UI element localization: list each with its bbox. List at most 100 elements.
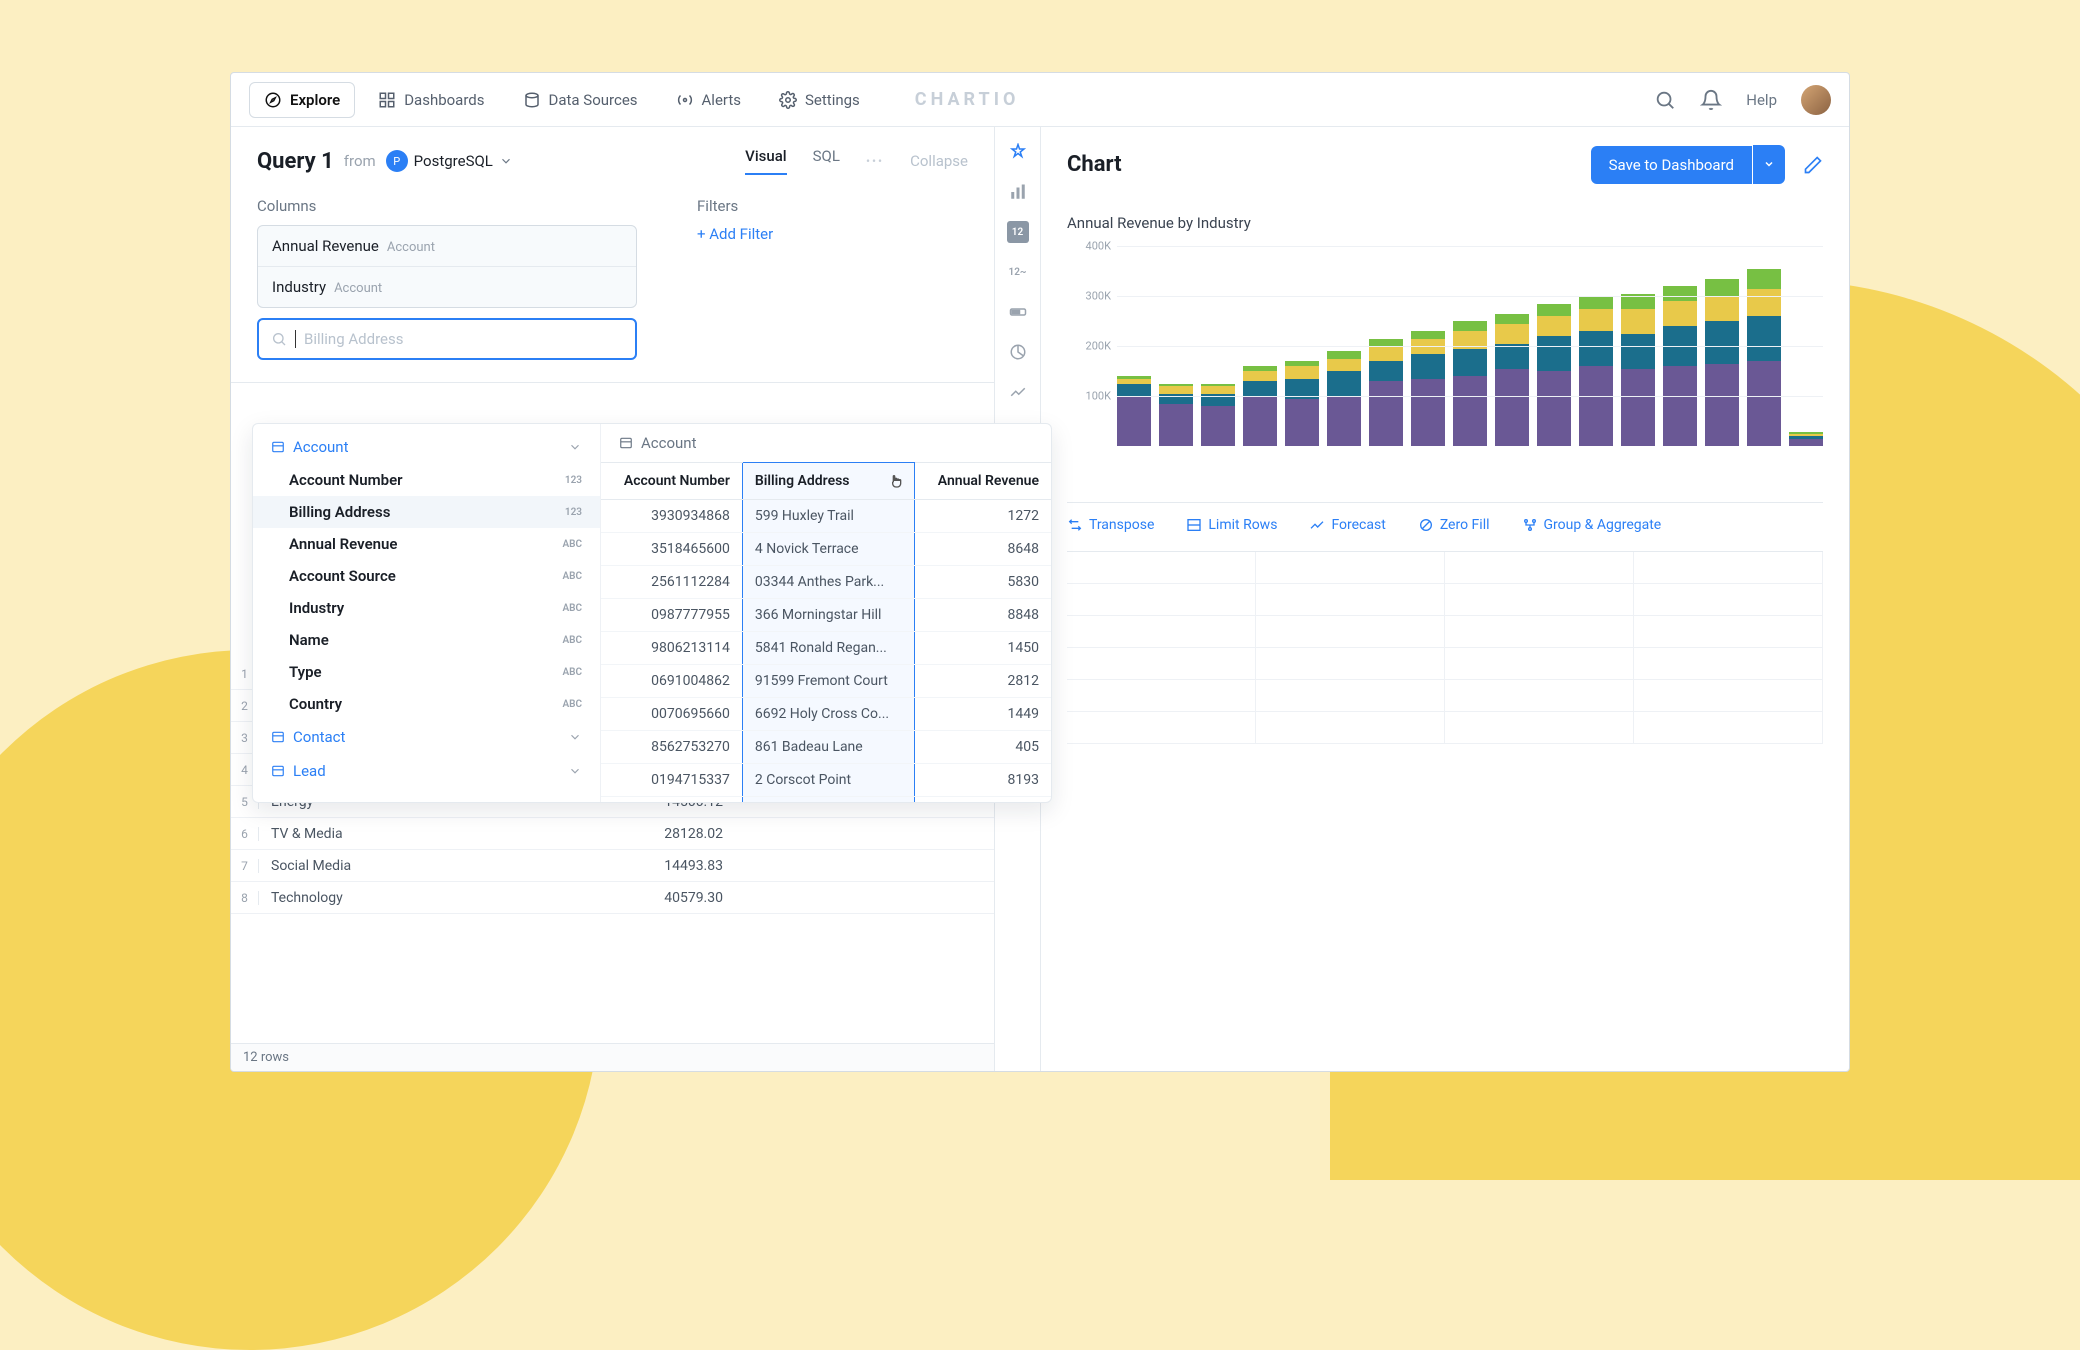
chart-bar[interactable] <box>1411 331 1445 446</box>
nav-dashboards[interactable]: Dashboards <box>363 82 499 118</box>
tree-field-item[interactable]: CountryABC <box>253 688 600 720</box>
tree-field-item[interactable]: Account Number123 <box>253 464 600 496</box>
search-icon <box>271 331 287 347</box>
bar-segment <box>1705 296 1739 321</box>
column-item[interactable]: Industry Account <box>258 267 636 307</box>
tree-category-lead[interactable]: Lead <box>253 754 600 788</box>
chart-bar[interactable] <box>1159 384 1193 447</box>
help-link[interactable]: Help <box>1746 91 1777 109</box>
tree-category-account[interactable]: Account <box>253 430 600 464</box>
bell-icon[interactable] <box>1700 89 1722 111</box>
preview-col-header[interactable]: Annual Revenue <box>915 463 1051 500</box>
save-to-dashboard-button[interactable]: Save to Dashboard <box>1591 146 1752 184</box>
column-preview-pane: Account Account Number Billing Address A… <box>601 424 1051 802</box>
datasource-name[interactable]: PostgreSQL <box>414 152 493 170</box>
broadcast-icon <box>676 91 694 109</box>
chart-bar[interactable] <box>1201 384 1235 447</box>
preview-col-header[interactable]: Account Number <box>601 463 742 500</box>
tab-visual[interactable]: Visual <box>745 147 786 175</box>
preview-cell-highlighted: 861 Badeau Lane <box>742 731 914 764</box>
bar-segment <box>1579 331 1613 366</box>
chart-bar[interactable] <box>1243 366 1277 446</box>
add-filter-button[interactable]: + Add Filter <box>697 225 773 243</box>
more-dots-icon[interactable]: ••• <box>866 154 884 168</box>
cell-revenue: 14493.83 <box>559 858 739 874</box>
chart-bar[interactable] <box>1663 286 1697 446</box>
preview-cell: 2561112284 <box>601 566 742 599</box>
search-icon[interactable] <box>1654 89 1676 111</box>
nav-explore[interactable]: Explore <box>249 82 355 118</box>
tree-category-label: Contact <box>293 728 345 746</box>
chart-title: Annual Revenue by Industry <box>1067 214 1823 232</box>
chart-bar[interactable] <box>1327 351 1361 446</box>
chevron-down-icon[interactable] <box>499 154 513 168</box>
tree-field-item[interactable]: NameABC <box>253 624 600 656</box>
results-row: 7Social Media14493.83 <box>231 850 994 882</box>
action-label: Transpose <box>1089 517 1154 533</box>
tree-field-label: Annual Revenue <box>289 535 397 553</box>
y-axis-tick: 400K <box>1086 240 1111 253</box>
top-navbar: Explore Dashboards Data Sources Alerts S… <box>231 73 1849 127</box>
chart-type-auto[interactable] <box>1007 141 1029 163</box>
chart-type-gauge[interactable] <box>1007 301 1029 323</box>
nav-settings[interactable]: Settings <box>764 82 875 118</box>
bar-segment <box>1747 269 1781 289</box>
bar-segment <box>1705 321 1739 364</box>
preview-cell: 0987777955 <box>601 599 742 632</box>
column-item[interactable]: Annual Revenue Account <box>258 226 636 267</box>
save-dropdown-button[interactable] <box>1753 145 1785 184</box>
tree-field-item[interactable]: Annual RevenueABC <box>253 528 600 560</box>
bar-segment <box>1201 386 1235 394</box>
chart-bar[interactable] <box>1453 321 1487 446</box>
tree-category-contact[interactable]: Contact <box>253 720 600 754</box>
bar-segment <box>1243 371 1277 381</box>
chart-bar[interactable] <box>1285 361 1319 446</box>
action-zero-fill[interactable]: Zero Fill <box>1418 517 1490 533</box>
zero-fill-icon <box>1418 517 1434 533</box>
column-table: Account <box>334 281 382 296</box>
brand-logo: CHARTIO <box>915 89 1020 110</box>
action-limit-rows[interactable]: Limit Rows <box>1186 517 1277 533</box>
nav-alerts[interactable]: Alerts <box>661 82 757 118</box>
chart-bar[interactable] <box>1537 304 1571 447</box>
chart-type-bar[interactable] <box>1007 181 1029 203</box>
chart-bar[interactable] <box>1117 376 1151 446</box>
bar-segment <box>1579 309 1613 332</box>
preview-col-header-highlighted[interactable]: Billing Address <box>742 463 914 500</box>
chart-bar[interactable] <box>1495 314 1529 447</box>
gear-icon <box>779 91 797 109</box>
main-content: Query 1 from P PostgreSQL Visual SQL •••… <box>231 127 1849 1071</box>
chart-bar[interactable] <box>1369 339 1403 447</box>
cell-revenue: 28128.02 <box>559 826 739 842</box>
chart-bar[interactable] <box>1621 294 1655 447</box>
bar-segment <box>1663 286 1697 301</box>
chart-type-line[interactable] <box>1007 381 1029 403</box>
chart-bar[interactable] <box>1789 432 1823 446</box>
chart-type-number[interactable]: 12 <box>1007 221 1029 243</box>
action-forecast[interactable]: Forecast <box>1309 517 1385 533</box>
chart-bar[interactable] <box>1579 296 1613 446</box>
user-avatar[interactable] <box>1801 85 1831 115</box>
nav-data-sources[interactable]: Data Sources <box>508 82 653 118</box>
tab-sql[interactable]: SQL <box>813 147 840 175</box>
edit-icon[interactable] <box>1803 155 1823 175</box>
action-transpose[interactable]: Transpose <box>1067 517 1154 533</box>
tree-field-item[interactable]: IndustryABC <box>253 592 600 624</box>
columns-label: Columns <box>257 197 637 215</box>
tree-field-item[interactable]: Account SourceABC <box>253 560 600 592</box>
tree-field-item[interactable]: TypeABC <box>253 656 600 688</box>
bar-segment <box>1327 359 1361 372</box>
bar-segment <box>1663 366 1697 446</box>
tree-field-item[interactable]: Billing Address123 <box>253 496 600 528</box>
chart-bar[interactable] <box>1705 279 1739 447</box>
table-icon <box>271 730 285 744</box>
collapse-button[interactable]: Collapse <box>910 152 968 170</box>
action-group-aggregate[interactable]: Group & Aggregate <box>1522 517 1662 533</box>
chart-type-number-trend[interactable]: 12~ <box>1007 261 1029 283</box>
column-search-input[interactable] <box>304 330 623 348</box>
column-search[interactable] <box>257 318 637 360</box>
query-panel: Query 1 from P PostgreSQL Visual SQL •••… <box>231 127 995 1071</box>
chart-type-pie[interactable] <box>1007 341 1029 363</box>
bar-segment <box>1789 439 1823 447</box>
preview-cell-highlighted: 599 Huxley Trail <box>742 500 914 533</box>
